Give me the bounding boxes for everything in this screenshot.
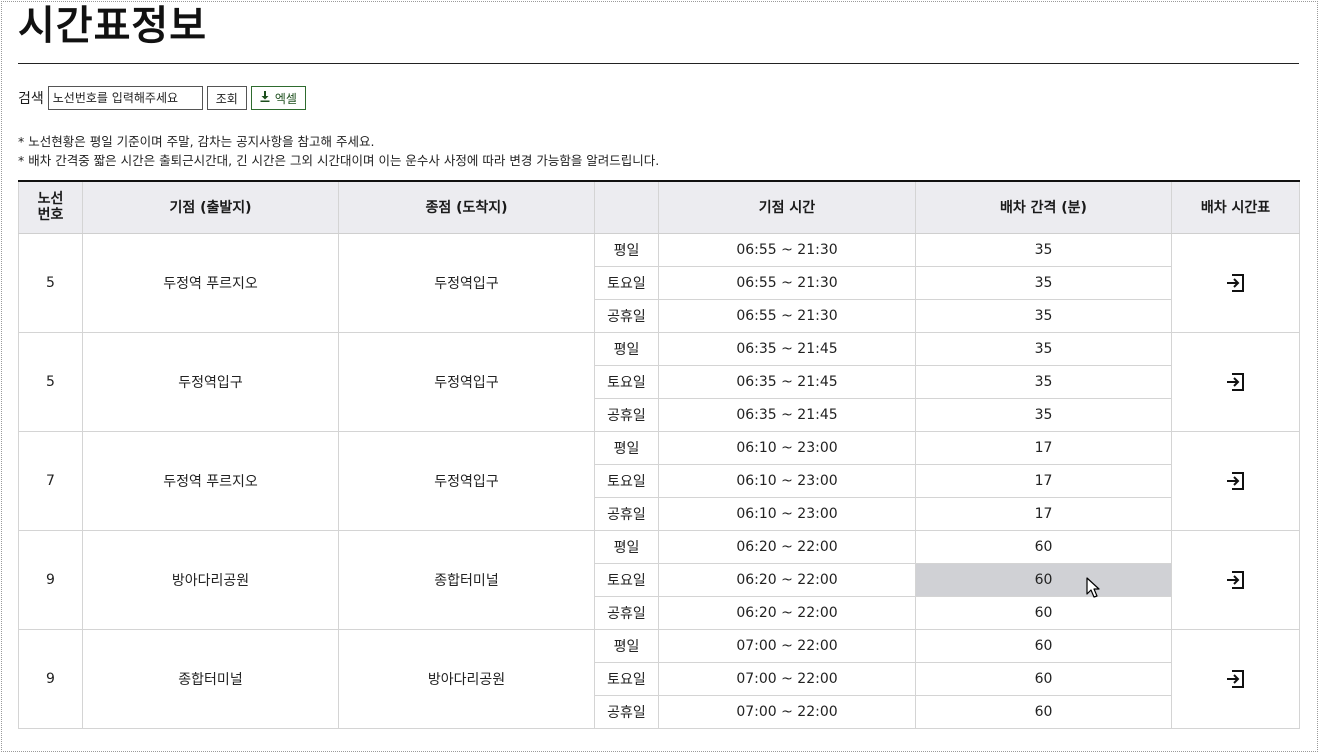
interval-cell: 17 — [915, 430, 1172, 465]
terminus-cell: 두정역입구 — [338, 232, 595, 333]
exit-to-icon[interactable] — [1226, 669, 1246, 689]
origin-cell: 두정역 푸르지오 — [82, 232, 339, 333]
timetable-table: 노선 번호 기점 (출발지) 종점 (도착지) 기점 시간 배차 간격 (분) … — [18, 180, 1300, 729]
day-type-cell: 토요일 — [594, 562, 659, 597]
interval-cell: 60 — [915, 529, 1172, 564]
route-no-cell: 5 — [18, 331, 83, 432]
day-type-cell: 평일 — [594, 331, 659, 366]
day-type-cell: 공휴일 — [594, 496, 659, 531]
table-header-row: 노선 번호 기점 (출발지) 종점 (도착지) 기점 시간 배차 간격 (분) … — [18, 180, 1300, 234]
interval-cell: 35 — [915, 397, 1172, 432]
route-no-cell: 9 — [18, 628, 83, 729]
start-time-cell: 07:00 ~ 22:00 — [658, 628, 916, 663]
start-time-cell: 06:35 ~ 21:45 — [658, 331, 916, 366]
origin-cell: 방아다리공원 — [82, 529, 339, 630]
interval-cell: 35 — [915, 265, 1172, 300]
notice-line: * 노선현황은 평일 기준이며 주말, 감차는 공지사항을 참고해 주세요. — [18, 134, 375, 149]
interval-cell: 60 — [915, 595, 1172, 630]
excel-download-button[interactable]: 엑셀 — [250, 86, 306, 110]
start-time-cell: 07:00 ~ 22:00 — [658, 661, 916, 696]
interval-cell: 35 — [915, 232, 1172, 267]
start-time-cell: 06:55 ~ 21:30 — [658, 232, 916, 267]
start-time-cell: 06:55 ~ 21:30 — [658, 298, 916, 333]
search-label: 검색 — [18, 91, 44, 107]
mouse-cursor-icon — [1086, 577, 1100, 598]
start-time-cell: 06:20 ~ 22:00 — [658, 562, 916, 597]
interval-cell: 17 — [915, 463, 1172, 498]
col-header-route-no: 노선 번호 — [18, 180, 83, 234]
exit-to-icon[interactable] — [1226, 273, 1246, 293]
col-header-origin: 기점 (출발지) — [82, 180, 339, 234]
table-row: 9 종합터미널 방아다리공원 평일 07:00 ~ 22:00 60 — [18, 628, 1300, 729]
search-bar: 검색 조회 엑셀 — [18, 86, 306, 110]
terminus-cell: 방아다리공원 — [338, 628, 595, 729]
start-time-cell: 06:35 ~ 21:45 — [658, 364, 916, 399]
search-button[interactable]: 조회 — [206, 86, 247, 110]
interval-cell: 17 — [915, 496, 1172, 531]
timetable-link-cell — [1171, 430, 1300, 531]
day-type-cell: 평일 — [594, 628, 659, 663]
timetable-link-cell — [1171, 529, 1300, 630]
table-row: 5 두정역 푸르지오 두정역입구 평일 06:55 ~ 21:30 35 — [18, 232, 1300, 333]
start-time-cell: 06:35 ~ 21:45 — [658, 397, 916, 432]
table-body: 5 두정역 푸르지오 두정역입구 평일 06:55 ~ 21:30 35 토요일 06:55 … — [18, 232, 1300, 729]
exit-to-icon[interactable] — [1226, 471, 1246, 491]
interval-cell: 60 — [915, 694, 1172, 729]
origin-cell: 종합터미널 — [82, 628, 339, 729]
timetable-link-cell — [1171, 232, 1300, 333]
day-type-cell: 토요일 — [594, 265, 659, 300]
day-type-cell: 공휴일 — [594, 298, 659, 333]
route-no-cell: 9 — [18, 529, 83, 630]
start-time-cell: 06:10 ~ 23:00 — [658, 496, 916, 531]
notice-text: * 노선현황은 평일 기준이며 주말, 감차는 공지사항을 참고해 주세요. *… — [18, 132, 659, 170]
col-header-day — [594, 180, 659, 234]
table-row: 9 방아다리공원 종합터미널 평일 06:20 ~ 22:00 60 — [18, 529, 1300, 630]
interval-cell: 35 — [915, 298, 1172, 333]
timetable-link-cell — [1171, 628, 1300, 729]
interval-cell: 35 — [915, 364, 1172, 399]
day-type-cell: 공휴일 — [594, 694, 659, 729]
table-row: 7 두정역 푸르지오 두정역입구 평일 06:10 ~ 23:00 17 — [18, 430, 1300, 531]
page-title: 시간표정보 — [18, 3, 207, 49]
table-row: 5 두정역입구 두정역입구 평일 06:35 ~ 21:45 35 — [18, 331, 1300, 432]
interval-cell: 60 — [915, 628, 1172, 663]
interval-cell: 60 — [915, 562, 1172, 597]
day-type-cell: 토요일 — [594, 364, 659, 399]
download-icon — [260, 91, 270, 105]
origin-cell: 두정역입구 — [82, 331, 339, 432]
start-time-cell: 07:00 ~ 22:00 — [658, 694, 916, 729]
origin-cell: 두정역 푸르지오 — [82, 430, 339, 531]
day-type-cell: 공휴일 — [594, 595, 659, 630]
search-input[interactable] — [47, 86, 203, 110]
col-header-timetable: 배차 시간표 — [1171, 180, 1300, 234]
exit-to-icon[interactable] — [1226, 570, 1246, 590]
title-divider — [18, 63, 1299, 64]
start-time-cell: 06:55 ~ 21:30 — [658, 265, 916, 300]
col-header-time: 기점 시간 — [658, 180, 916, 234]
start-time-cell: 06:20 ~ 22:00 — [658, 529, 916, 564]
interval-cell: 60 — [915, 661, 1172, 696]
day-type-cell: 토요일 — [594, 661, 659, 696]
col-header-interval: 배차 간격 (분) — [915, 180, 1172, 234]
timetable-link-cell — [1171, 331, 1300, 432]
terminus-cell: 종합터미널 — [338, 529, 595, 630]
notice-line: * 배차 간격중 짧은 시간은 출퇴근시간대, 긴 시간은 그외 시간대이며 이… — [18, 153, 660, 168]
day-type-cell: 공휴일 — [594, 397, 659, 432]
col-header-terminus: 종점 (도착지) — [338, 180, 595, 234]
start-time-cell: 06:10 ~ 23:00 — [658, 430, 916, 465]
terminus-cell: 두정역입구 — [338, 331, 595, 432]
day-type-cell: 평일 — [594, 430, 659, 465]
excel-button-label: 엑셀 — [274, 91, 297, 106]
start-time-cell: 06:20 ~ 22:00 — [658, 595, 916, 630]
route-no-cell: 5 — [18, 232, 83, 333]
terminus-cell: 두정역입구 — [338, 430, 595, 531]
route-no-cell: 7 — [18, 430, 83, 531]
exit-to-icon[interactable] — [1226, 372, 1246, 392]
interval-cell: 35 — [915, 331, 1172, 366]
day-type-cell: 평일 — [594, 529, 659, 564]
start-time-cell: 06:10 ~ 23:00 — [658, 463, 916, 498]
day-type-cell: 토요일 — [594, 463, 659, 498]
day-type-cell: 평일 — [594, 232, 659, 267]
